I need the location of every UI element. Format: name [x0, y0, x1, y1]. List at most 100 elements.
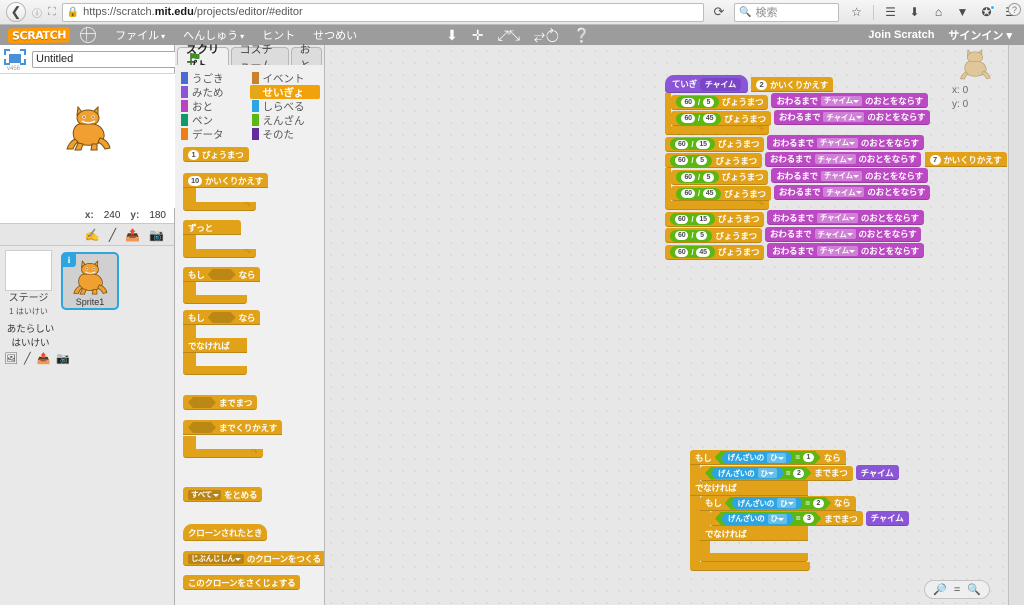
- divide-operator-r2[interactable]: 60 / 5: [676, 96, 719, 108]
- wait-block-r12[interactable]: 60 / 5 びょうまつ: [671, 169, 769, 185]
- sync-icon[interactable]: ✪: [979, 4, 995, 20]
- play-sound-block-r20[interactable]: おわるまで チャイム のおとをならす: [765, 226, 922, 242]
- tab-scripts[interactable]: スクリプト: [177, 44, 229, 72]
- operand-b[interactable]: 45: [702, 114, 717, 123]
- upload-icon[interactable]: 📤: [37, 352, 51, 365]
- current-unit-dropdown[interactable]: ひ: [768, 514, 787, 524]
- clone-target-dropdown[interactable]: じぶんじしん: [188, 553, 244, 564]
- operand-a[interactable]: 60: [681, 189, 695, 198]
- download-icon[interactable]: ⬇: [907, 5, 922, 20]
- play-sound-block-r18[interactable]: おわるまで チャイム のおとをならす: [767, 210, 924, 225]
- stage-canvas[interactable]: [0, 73, 175, 208]
- palette-block-repeat-until[interactable]: までくりかえす ↷: [183, 420, 283, 458]
- address-bar[interactable]: 🔒 https://scratch.mit.edu/projects/edito…: [61, 2, 704, 22]
- category-more-blocks[interactable]: そのた: [250, 127, 321, 141]
- repeat-count-input[interactable]: 10: [188, 175, 202, 186]
- green-flag-icon[interactable]: [188, 52, 202, 66]
- cut-icon[interactable]: ✛: [472, 27, 484, 44]
- wait-block-r17[interactable]: 60 / 15 びょうまつ: [665, 211, 765, 227]
- bookmark-star-icon[interactable]: ☆: [849, 5, 864, 20]
- current-unit-dropdown[interactable]: ひ: [777, 498, 796, 508]
- operand-a[interactable]: 60: [675, 247, 689, 257]
- equals-operator-1[interactable]: げんざいの ひ = 1: [715, 451, 821, 464]
- wait-block-r2[interactable]: 60 / 5 びょうまつ: [671, 94, 769, 110]
- palette-block-stop[interactable]: すべて をとめる: [183, 487, 263, 502]
- divide-operator-r4[interactable]: 60 / 45: [676, 112, 722, 125]
- palette-block-create-clone[interactable]: じぶんじしん のクローンをつくる: [183, 551, 324, 566]
- category-motion[interactable]: うごき: [179, 71, 250, 85]
- fullscreen-icon[interactable]: v456: [4, 48, 26, 72]
- category-operators[interactable]: えんざん: [250, 113, 321, 127]
- zoom-reset-icon[interactable]: =: [954, 584, 960, 596]
- repeat-count[interactable]: 7: [929, 154, 941, 165]
- category-events[interactable]: イベント: [250, 71, 321, 85]
- new-sprite-paint-icon[interactable]: ╱: [109, 228, 116, 242]
- condition-slot[interactable]: [188, 422, 216, 433]
- play-sound-block-r10[interactable]: おわるまで チャイム のおとをならす: [765, 151, 922, 167]
- new-sprite-library-icon[interactable]: ✍: [85, 228, 100, 242]
- sound-dropdown[interactable]: チャイム: [821, 95, 862, 106]
- condition-slot[interactable]: [188, 397, 216, 408]
- script-stack-second[interactable]: もし げんざいの ひ = 1 なら げんざいの ひ = 2 までまつ チャイム …: [690, 450, 909, 571]
- palette-block-wait[interactable]: 1 びょうまつ: [183, 147, 249, 162]
- duplicate-icon[interactable]: ⬇: [446, 27, 458, 44]
- repeat-block-2[interactable]: 7 かいくりかえす: [924, 152, 1007, 167]
- wait-block-r19[interactable]: 60 / 5 びょうまつ: [665, 228, 762, 243]
- sound-dropdown[interactable]: チャイム: [816, 212, 858, 223]
- equals-operator-2[interactable]: げんざいの ひ = 2: [705, 467, 811, 480]
- operand-b[interactable]: 45: [702, 189, 717, 198]
- scratch-logo[interactable]: SCRATCH: [8, 26, 71, 44]
- divide-operator-r7[interactable]: 60 / 15: [670, 138, 715, 150]
- compare-value[interactable]: 3: [803, 514, 814, 523]
- language-globe-icon[interactable]: [79, 26, 97, 43]
- equals-operator-4[interactable]: げんざいの ひ = 3: [715, 512, 821, 525]
- shrink-icon[interactable]: ⥂⥁: [534, 27, 559, 44]
- zoom-in-icon[interactable]: 🔍: [967, 583, 981, 596]
- palette-block-delete-clone[interactable]: このクローンをさくじょする: [183, 575, 301, 590]
- define-hat-block[interactable]: ていぎ チャイム: [665, 75, 748, 93]
- operand-b[interactable]: 15: [696, 139, 710, 149]
- category-sound[interactable]: おと: [179, 99, 250, 113]
- compare-value[interactable]: 1: [803, 453, 814, 462]
- divide-operator-r14[interactable]: 60 / 45: [676, 187, 722, 200]
- wait-until-block-1[interactable]: げんざいの ひ = 2 までまつ: [700, 465, 853, 481]
- palette-block-if[interactable]: もし なら: [183, 267, 261, 304]
- category-data[interactable]: データ: [179, 127, 250, 141]
- back-button[interactable]: ❮: [6, 2, 26, 22]
- current-unit-dropdown[interactable]: ひ: [767, 453, 786, 463]
- menu-file[interactable]: ファイル ▾: [106, 25, 174, 45]
- divide-operator-r21[interactable]: 60 / 45: [670, 246, 715, 258]
- compare-value[interactable]: 2: [793, 469, 804, 478]
- if-block-inner[interactable]: もし げんざいの ひ = 2 なら: [700, 495, 856, 511]
- stop-target-dropdown[interactable]: すべて: [188, 489, 222, 500]
- divide-operator-r9[interactable]: 60 / 5: [670, 154, 713, 167]
- play-sound-block-r22[interactable]: おわるまで チャイム のおとをならす: [767, 243, 924, 258]
- wait-block-r9[interactable]: 60 / 5 びょうまつ: [665, 153, 762, 168]
- wait-block-r7[interactable]: 60 / 15 びょうまつ: [665, 136, 765, 152]
- wait-block-r21[interactable]: 60 / 45 びょうまつ: [665, 244, 765, 260]
- sprite-card-sprite1[interactable]: i Sprite1: [61, 252, 119, 310]
- operand-a[interactable]: 60: [681, 97, 695, 107]
- palette-block-when-clone[interactable]: クローンされたとき: [183, 524, 268, 541]
- call-procedure-2[interactable]: チャイム: [865, 510, 909, 526]
- operand-a[interactable]: 60: [675, 214, 689, 224]
- stage-thumbnail[interactable]: [5, 250, 52, 291]
- operand-a[interactable]: 60: [681, 172, 695, 182]
- sound-dropdown[interactable]: チャイム: [816, 245, 858, 256]
- sound-dropdown[interactable]: チャイム: [823, 187, 865, 197]
- if-block-outer[interactable]: もし げんざいの ひ = 1 なら: [690, 450, 846, 465]
- menu-about[interactable]: せつめい: [304, 25, 366, 45]
- pocket-icon[interactable]: ▼: [955, 5, 970, 20]
- wait-until-block-2[interactable]: げんざいの ひ = 3 までまつ: [710, 511, 863, 526]
- stage-selector[interactable]: ステージ 1 はいけい あたらしいはいけい 🖼 ╱ 📤 📷: [0, 246, 70, 605]
- brush-icon[interactable]: ╱: [24, 352, 31, 365]
- page-info-icon[interactable]: ⓘ: [32, 5, 42, 20]
- palette-block-repeat[interactable]: 10 かいくりかえす ↷: [183, 173, 269, 211]
- image-icon[interactable]: 🖼: [4, 352, 18, 365]
- compare-value[interactable]: 2: [813, 499, 824, 508]
- join-scratch-link[interactable]: Join Scratch: [868, 29, 934, 41]
- block-palette[interactable]: 1 びょうまつ 10 かいくりかえす ↷ ずっと ↷ もし なら もし なら で…: [175, 145, 324, 605]
- reload-icon[interactable]: ⟳: [710, 3, 728, 21]
- library-icon[interactable]: ☰: [883, 5, 898, 20]
- operand-b[interactable]: 5: [702, 172, 714, 182]
